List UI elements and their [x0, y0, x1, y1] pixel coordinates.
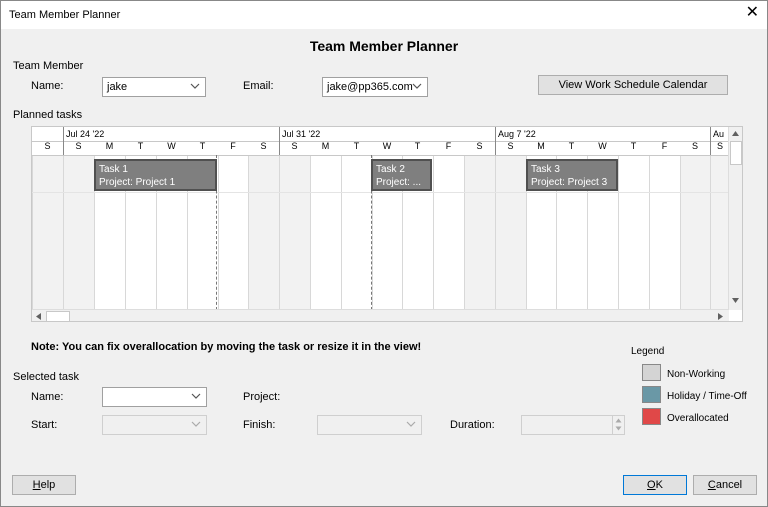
window-title: Team Member Planner: [9, 9, 121, 21]
day-header: M: [105, 141, 114, 151]
name-dropdown[interactable]: jake: [102, 77, 206, 97]
task-bar-1[interactable]: Task 1 Project: Project 1: [94, 159, 217, 191]
help-button[interactable]: Help: [12, 475, 76, 495]
gantt-chart[interactable]: Jul 24 '22 Jul 31 '22 Aug 7 '22 Au S S M…: [31, 126, 743, 322]
scroll-down-icon[interactable]: [731, 297, 740, 304]
legend-overallocated-swatch: [642, 408, 661, 425]
day-header: F: [230, 141, 236, 151]
legend-holiday-swatch: [642, 386, 661, 403]
day-header: S: [691, 141, 698, 151]
legend-non-working-label: Non-Working: [667, 369, 726, 380]
chevron-down-icon: [190, 83, 200, 89]
row-divider: [32, 192, 729, 193]
task-bar-3[interactable]: Task 3 Project: Project 3: [526, 159, 618, 191]
day-header: S: [716, 141, 723, 151]
help-label: elp: [40, 479, 56, 491]
task-name: Task 2: [376, 164, 405, 175]
chevron-down-icon: [412, 83, 422, 89]
day-header: W: [598, 141, 607, 151]
cancel-label: ancel: [715, 479, 743, 491]
start-date-picker[interactable]: [102, 415, 207, 435]
chevron-down-icon: [191, 393, 201, 399]
project-label: Project:: [243, 391, 281, 403]
legend-non-working-swatch: [642, 364, 661, 381]
stepper-buttons[interactable]: [612, 416, 624, 434]
scroll-right-icon[interactable]: [717, 312, 724, 321]
day-header: T: [630, 141, 637, 151]
task-bar-2[interactable]: Task 2 Project: ...: [371, 159, 432, 191]
week-header: Jul 31 '22: [282, 129, 321, 139]
horizontal-scrollbar[interactable]: [32, 309, 729, 321]
finish-label: Finish:: [243, 419, 276, 431]
name-label: Name:: [31, 80, 64, 92]
stepper-up-icon[interactable]: [615, 418, 622, 423]
finish-date-picker[interactable]: [317, 415, 422, 435]
start-label: Start:: [31, 419, 58, 431]
task-name-dropdown[interactable]: [102, 387, 207, 407]
selected-task-section-label: Selected task: [13, 371, 80, 383]
scroll-up-icon[interactable]: [731, 130, 740, 137]
page-title: Team Member Planner: [309, 38, 459, 54]
task-project: Project: Project 3: [531, 177, 608, 188]
legend-holiday-label: Holiday / Time-Off: [667, 391, 747, 402]
task-project: Project: Project 1: [99, 177, 176, 188]
day-header: W: [167, 141, 176, 151]
ok-accesskey: O: [647, 479, 656, 491]
horizontal-scroll-thumb[interactable]: [46, 311, 70, 321]
day-header: S: [476, 141, 483, 151]
view-calendar-button[interactable]: View Work Schedule Calendar: [538, 75, 728, 95]
day-header: S: [291, 141, 298, 151]
day-header: T: [414, 141, 421, 151]
email-label: Email:: [243, 80, 274, 92]
email-dropdown[interactable]: jake@pp365.com: [322, 77, 428, 97]
duration-stepper[interactable]: [521, 415, 625, 435]
name-dropdown-value: jake: [107, 81, 128, 93]
ok-button[interactable]: OK: [623, 475, 687, 495]
week-header: Jul 24 '22: [66, 129, 105, 139]
task-name-label: Name:: [31, 391, 64, 403]
vertical-scroll-thumb[interactable]: [730, 141, 742, 165]
close-icon[interactable]: ✕: [746, 5, 759, 21]
day-header: S: [260, 141, 267, 151]
task-name: Task 3: [531, 164, 560, 175]
help-accesskey: H: [32, 479, 41, 491]
day-header: F: [445, 141, 452, 151]
overallocation-note: Note: You can fix overallocation by movi…: [31, 341, 422, 353]
scroll-left-icon[interactable]: [35, 312, 42, 321]
ok-label: K: [655, 479, 663, 491]
header-divider: [32, 155, 729, 156]
week-header: Aug 7 '22: [498, 129, 536, 139]
duration-label: Duration:: [450, 419, 495, 431]
stepper-down-icon[interactable]: [615, 426, 622, 431]
team-member-section-label: Team Member: [13, 60, 84, 72]
chevron-down-icon: [191, 421, 201, 427]
day-header: S: [44, 141, 51, 151]
legend-overallocated-label: Overallocated: [667, 413, 729, 424]
day-header: T: [199, 141, 206, 151]
day-header: F: [661, 141, 668, 151]
title-bar: Team Member Planner ✕: [1, 1, 767, 29]
task-name: Task 1: [99, 164, 128, 175]
vertical-scrollbar[interactable]: [728, 127, 742, 310]
day-header: T: [137, 141, 144, 151]
cancel-accesskey: C: [707, 479, 716, 491]
email-dropdown-value: jake@pp365.com: [327, 81, 413, 93]
planned-tasks-section-label: Planned tasks: [13, 109, 83, 121]
day-header: T: [568, 141, 575, 151]
task-project: Project: ...: [376, 177, 422, 188]
day-header: T: [353, 141, 360, 151]
day-header: S: [507, 141, 514, 151]
planner-window: Team Member Planner ✕ Team Member Planne…: [0, 0, 768, 507]
day-header: M: [537, 141, 545, 151]
cancel-button[interactable]: Cancel: [693, 475, 757, 495]
week-header: Au: [713, 129, 725, 139]
day-header: S: [75, 141, 82, 151]
chevron-down-icon: [406, 421, 416, 427]
legend-title: Legend: [631, 346, 665, 357]
day-header: M: [321, 141, 330, 151]
day-header: W: [382, 141, 392, 151]
